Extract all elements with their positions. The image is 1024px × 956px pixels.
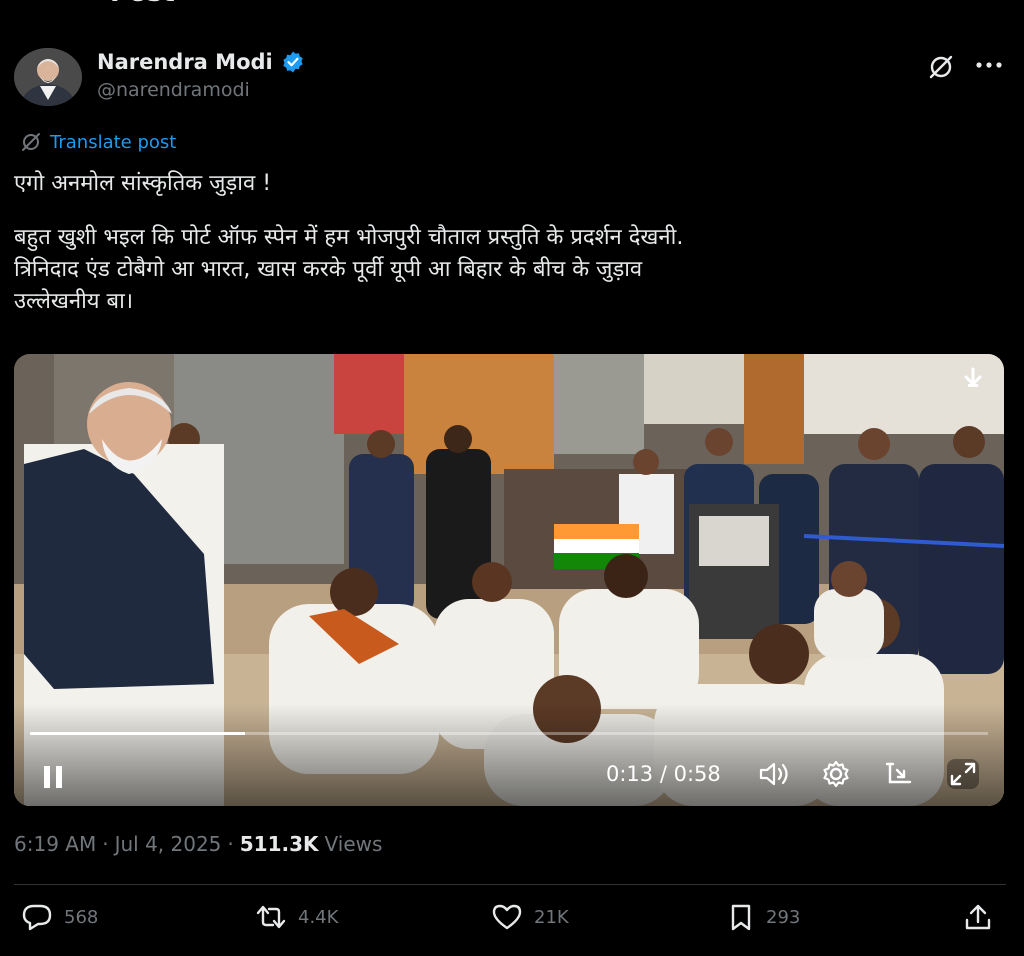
reply-count: 568 [64, 906, 99, 928]
more-options-icon[interactable] [972, 52, 1006, 78]
video-time-separator: / [653, 762, 674, 786]
grok-icon[interactable] [926, 52, 956, 82]
post-date[interactable]: Jul 4, 2025 [115, 832, 222, 856]
share-button[interactable] [962, 902, 994, 932]
display-name[interactable]: Narendra Modi [97, 50, 273, 74]
volume-icon[interactable] [758, 760, 792, 788]
avatar[interactable] [14, 48, 82, 106]
reply-button[interactable]: 568 [20, 902, 98, 932]
translate-post-link[interactable]: Translate post [20, 131, 176, 153]
bookmark-icon [731, 904, 751, 931]
pause-icon[interactable] [40, 764, 68, 790]
download-icon[interactable] [960, 366, 986, 392]
video-current-time: 0:13 [606, 762, 654, 786]
views-label: Views [324, 832, 383, 856]
bookmark-count: 293 [766, 906, 801, 928]
repost-icon [256, 905, 286, 929]
header-title: Post [110, 0, 175, 8]
video-time: 0:13 / 0:58 [606, 762, 721, 786]
post-time[interactable]: 6:19 AM [14, 832, 96, 856]
translate-label: Translate post [50, 131, 177, 153]
repost-button[interactable]: 4.4K [254, 902, 338, 932]
video-duration: 0:58 [673, 762, 721, 786]
video-progress-bar[interactable] [30, 732, 988, 735]
post-line-3: त्रिनिदाद एंड टोबैगो आ भारत, खास करके पू… [14, 257, 643, 282]
reply-icon [22, 904, 52, 931]
translate-icon [22, 133, 40, 151]
like-count: 21K [534, 906, 569, 928]
heart-icon [492, 904, 522, 930]
divider [14, 884, 1006, 885]
video-player[interactable]: 0:13 / 0:58 [14, 354, 1004, 806]
separator-dot-2: · [227, 832, 234, 856]
video-frame [14, 354, 1004, 806]
post-timestamp-row: 6:19 AM · Jul 4, 2025 · 511.3K Views [14, 832, 382, 856]
fullscreen-icon[interactable] [946, 758, 980, 790]
post-line-1: एगो अनमोल सांस्कृतिक जुड़ाव ! [14, 171, 272, 196]
post-line-2: बहुत खुशी भइल कि पोर्ट ऑफ स्पेन में हम भ… [14, 225, 684, 250]
post-body: एगो अनमोल सांस्कृतिक जुड़ाव ! बहुत खुशी … [14, 168, 1004, 318]
bookmark-button[interactable]: 293 [726, 902, 800, 932]
separator-dot-1: · [102, 832, 109, 856]
repost-count: 4.4K [298, 906, 339, 928]
picture-in-picture-icon[interactable] [884, 760, 916, 788]
video-progress-fill [30, 732, 245, 735]
settings-gear-icon[interactable] [820, 759, 852, 789]
views-count: 511.3K [239, 832, 319, 856]
user-handle[interactable]: @narendramodi [97, 79, 250, 101]
like-button[interactable]: 21K [490, 902, 569, 932]
post-line-4: उल्लेखनीय बा। [14, 289, 134, 314]
verified-badge-icon [283, 51, 303, 73]
share-icon [965, 904, 991, 930]
